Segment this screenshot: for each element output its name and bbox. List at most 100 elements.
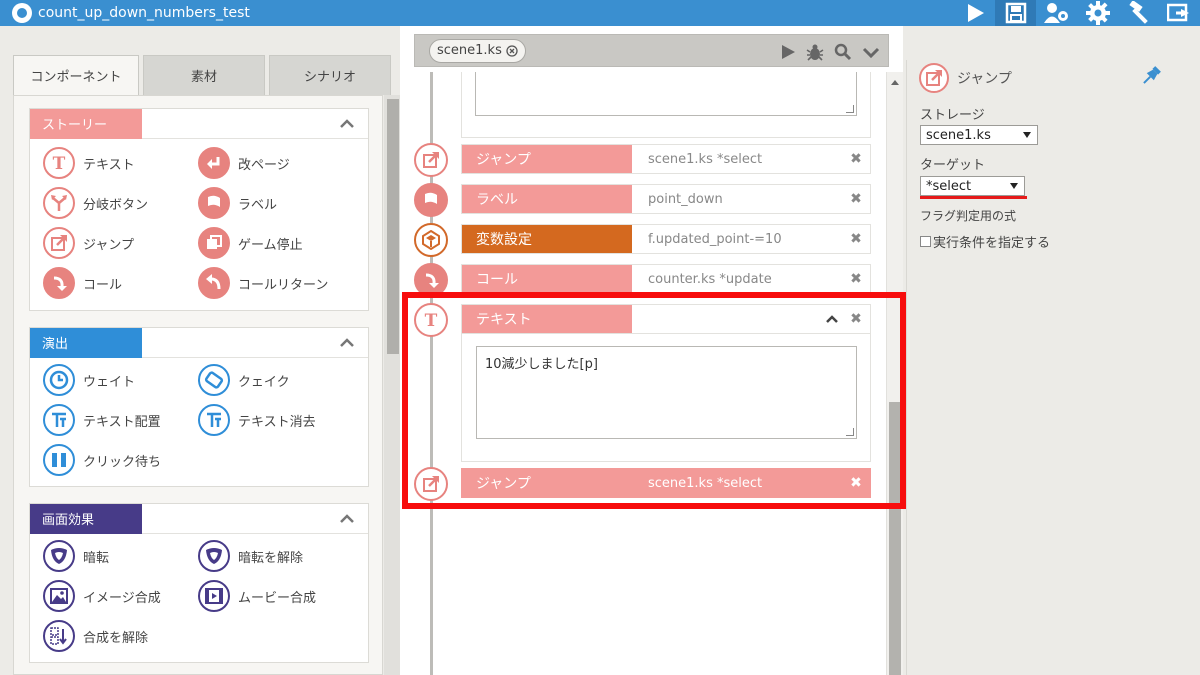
component-call-return[interactable]: コールリターン xyxy=(198,267,328,299)
component-call[interactable]: コール xyxy=(43,267,122,299)
target-value: *select xyxy=(926,178,972,194)
center-scrollbar[interactable] xyxy=(886,72,903,675)
play-button[interactable] xyxy=(954,0,995,26)
delete-icon[interactable]: ✖ xyxy=(842,145,870,173)
properties-panel: ジャンプ ストレージ scene1.ks ターゲット *select フラグ判定… xyxy=(906,60,1200,675)
mask-icon xyxy=(198,540,230,572)
component-branch-button[interactable]: 分岐ボタン xyxy=(43,187,148,219)
play-icon[interactable] xyxy=(780,44,796,60)
bug-icon[interactable] xyxy=(806,43,824,61)
component-jump[interactable]: ジャンプ xyxy=(43,227,134,259)
component-label: ジャンプ xyxy=(83,237,134,253)
users-settings-button[interactable] xyxy=(1036,0,1077,26)
chevron-down-icon[interactable] xyxy=(862,43,880,61)
component-label: ゲーム停止 xyxy=(238,237,303,253)
tag-param xyxy=(632,305,822,333)
component-blackout-release[interactable]: 暗転を解除 xyxy=(198,540,303,572)
gear-button[interactable] xyxy=(1077,0,1118,26)
component-game-stop[interactable]: ゲーム停止 xyxy=(198,227,303,259)
component-composite-release[interactable]: 合成を解除 xyxy=(43,620,148,652)
tag-label: ジャンプ xyxy=(462,145,632,173)
text-body-input[interactable]: 10減少しました[p] xyxy=(476,346,857,439)
delete-icon[interactable]: ✖ xyxy=(842,469,870,497)
tab-materials[interactable]: 素材 xyxy=(143,55,265,95)
chevron-up-icon[interactable] xyxy=(340,512,354,526)
category-title: ストーリー xyxy=(30,108,142,139)
tab-components[interactable]: コンポーネント xyxy=(13,55,139,95)
scenario-editor: scene1.ks ジャンプ scene1.ks *select ✖ ラベル p… xyxy=(400,26,903,675)
component-quake[interactable]: クェイク xyxy=(198,364,290,396)
dropdown-arrow-icon xyxy=(1023,132,1031,138)
component-label: ラベル xyxy=(238,197,278,213)
return-icon xyxy=(198,267,230,299)
scrollbar-thumb[interactable] xyxy=(387,99,399,354)
tag-row-call[interactable]: コール counter.ks *update ✖ xyxy=(461,264,871,294)
build-button[interactable] xyxy=(1118,0,1159,26)
delete-icon[interactable]: ✖ xyxy=(842,305,870,333)
component-text-clear[interactable]: テキスト消去 xyxy=(198,404,316,436)
component-label: コール xyxy=(83,277,123,293)
chevron-up-icon[interactable] xyxy=(340,336,354,350)
component-text-position[interactable]: テキスト配置 xyxy=(43,404,161,436)
scrollbar-thumb[interactable] xyxy=(889,402,901,675)
component-movie-composite[interactable]: ムービー合成 xyxy=(198,580,316,612)
category-title: 演出 xyxy=(30,327,142,358)
delete-icon[interactable]: ✖ xyxy=(842,265,870,293)
category-header[interactable]: 演出 xyxy=(30,327,368,358)
svg-text:T: T xyxy=(425,311,438,329)
search-icon[interactable] xyxy=(834,43,852,61)
red-underline xyxy=(920,196,1027,199)
category-story: ストーリー T テキスト 改ページ 分岐ボタン ラベル ジャンプ ゲーム停止 コ… xyxy=(29,108,369,311)
chevron-up-icon[interactable] xyxy=(822,314,842,324)
component-label: 暗転を解除 xyxy=(238,550,304,566)
storage-select[interactable]: scene1.ks xyxy=(920,125,1038,145)
export-icon xyxy=(1166,3,1189,22)
film-icon xyxy=(198,580,230,612)
chevron-up-icon[interactable] xyxy=(340,117,354,131)
component-blackout[interactable]: 暗転 xyxy=(43,540,109,572)
tag-param: scene1.ks *select xyxy=(632,469,842,497)
save-button[interactable] xyxy=(995,0,1036,26)
component-label: イメージ合成 xyxy=(83,590,161,606)
flag-label: フラグ判定用の式 xyxy=(920,209,1017,223)
scroll-up-icon[interactable] xyxy=(891,80,899,85)
tag-row-jump[interactable]: ジャンプ scene1.ks *select ✖ xyxy=(461,144,871,174)
file-tab[interactable]: scene1.ks xyxy=(429,38,526,63)
component-image-composite[interactable]: イメージ合成 xyxy=(43,580,161,612)
properties-header: ジャンプ xyxy=(919,63,1012,93)
jump-icon xyxy=(43,227,75,259)
dropdown-arrow-icon xyxy=(1010,183,1018,189)
svg-text:T: T xyxy=(53,154,66,172)
tag-row-label[interactable]: ラベル point_down ✖ xyxy=(461,184,871,214)
category-header[interactable]: ストーリー xyxy=(30,108,368,139)
component-text[interactable]: T テキスト xyxy=(43,147,135,179)
variable-node-icon xyxy=(414,223,448,257)
delete-icon[interactable]: ✖ xyxy=(842,225,870,253)
file-tab-label: scene1.ks xyxy=(437,43,502,58)
tag-param: f.updated_point-=10 xyxy=(632,225,842,253)
close-icon[interactable] xyxy=(506,44,518,57)
condition-row[interactable]: 実行条件を指定する xyxy=(920,232,1050,251)
component-wait[interactable]: ウェイト xyxy=(43,364,135,396)
file-bar: scene1.ks xyxy=(414,34,889,67)
title-bar: count_up_down_numbers_test xyxy=(0,0,1200,26)
condition-checkbox[interactable] xyxy=(920,236,931,247)
tag-row-text[interactable]: テキスト ✖ xyxy=(461,304,871,334)
tag-label: ラベル xyxy=(462,185,632,213)
component-label: テキスト配置 xyxy=(83,414,161,430)
component-page-break[interactable]: 改ページ xyxy=(198,147,290,179)
tab-scenario[interactable]: シナリオ xyxy=(269,55,391,95)
component-click-wait[interactable]: クリック待ち xyxy=(43,444,161,476)
target-select[interactable]: *select xyxy=(920,176,1025,196)
component-label: コールリターン xyxy=(238,277,329,293)
component-label-item[interactable]: ラベル xyxy=(198,187,277,219)
category-header[interactable]: 画面効果 xyxy=(30,503,368,534)
tag-row-jump-selected[interactable]: ジャンプ scene1.ks *select ✖ xyxy=(461,468,871,498)
quake-icon xyxy=(198,364,230,396)
export-button[interactable] xyxy=(1159,0,1200,26)
tag-row-variable[interactable]: 変数設定 f.updated_point-=10 ✖ xyxy=(461,224,871,254)
jump-node-icon xyxy=(414,467,448,501)
storage-value: scene1.ks xyxy=(926,127,991,143)
delete-icon[interactable]: ✖ xyxy=(842,185,870,213)
pin-icon[interactable] xyxy=(1139,64,1163,88)
